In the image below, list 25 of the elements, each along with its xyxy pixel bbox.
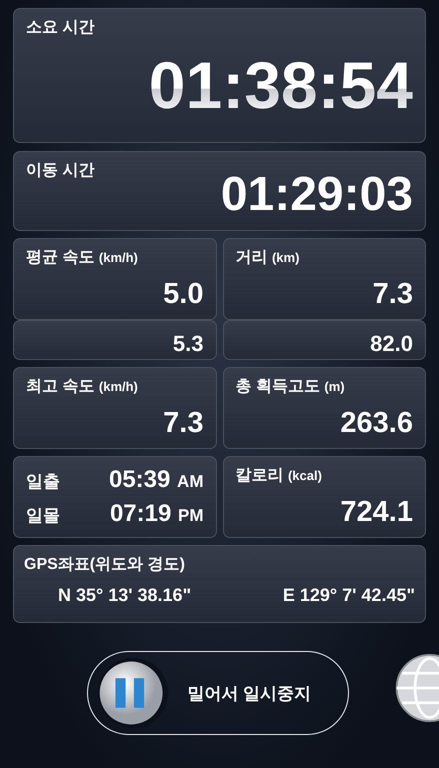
stat-label: 칼로리 (kcal)	[236, 466, 322, 486]
sun-label: 일몰	[26, 505, 60, 527]
moving-time-value: 01:29:03	[220, 171, 413, 219]
stat-value: 82.0	[370, 333, 413, 355]
card-title: GPS좌표(위도와 경도)	[24, 555, 185, 575]
stat-value: 5.3	[172, 333, 204, 355]
slide-to-pause-slider[interactable]: 밀어서 일시중지	[86, 651, 348, 735]
stat-value: 724.1	[340, 496, 413, 529]
stat-label: 최고 속도 (km/h)	[26, 377, 138, 397]
stat-value: 7.3	[163, 407, 204, 440]
latitude-value: N 35° 13' 38.16"	[58, 585, 192, 606]
stat-label: 총 획득고도 (m)	[236, 377, 345, 397]
stat-label: 거리 (km)	[236, 248, 300, 268]
sun-label: 일출	[26, 471, 60, 493]
stat-value: 7.3	[372, 278, 413, 311]
stat-label: 평균 속도 (km/h)	[26, 248, 138, 268]
card-title: 소요 시간	[26, 18, 94, 38]
sun-time: 07:19 PM	[110, 500, 204, 528]
globe-icon[interactable]	[393, 653, 439, 723]
stat-value: 5.0	[163, 278, 204, 311]
card-title: 이동 시간	[26, 161, 94, 181]
longitude-value: E 129° 7' 42.45"	[282, 585, 415, 606]
stat-value: 263.6	[340, 407, 413, 440]
pause-icon[interactable]	[96, 656, 170, 730]
sun-time: 05:39 AM	[108, 466, 204, 494]
